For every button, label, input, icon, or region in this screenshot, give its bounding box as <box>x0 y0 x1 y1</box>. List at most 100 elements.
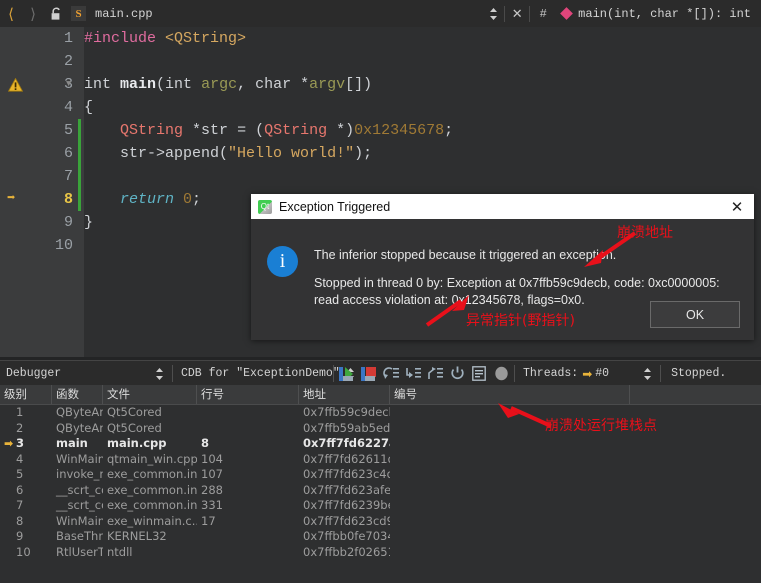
continue-button[interactable] <box>336 363 358 384</box>
thread-value[interactable]: #0 <box>592 367 609 380</box>
debugger-selector[interactable]: Debugger <box>0 363 170 384</box>
line-number: 7 <box>63 168 73 185</box>
table-row[interactable]: 8 WinMainCRTS... exe_winmain.c... 17 0x7ff7f… <box>0 514 761 530</box>
table-cell-no <box>390 514 630 530</box>
stack-column-header[interactable]: 地址 <box>299 385 390 404</box>
change-marker <box>78 142 81 165</box>
updown-spinner-icon[interactable] <box>149 367 170 381</box>
step-over-button[interactable] <box>380 363 402 384</box>
table-cell-file: main.cpp <box>107 436 167 450</box>
table-cell-level: 6 <box>16 482 24 497</box>
table-cell-line <box>197 405 299 421</box>
fold-chevron-down-icon[interactable]: ▼ <box>66 73 71 96</box>
stack-column-header[interactable]: 文件 <box>103 385 197 404</box>
dialog-message-line1: The inferior stopped because it triggere… <box>314 248 617 262</box>
qt-creator-debug-window: ⟨ ⟩ S main.cpp ✕ # main(int, char *[]): … <box>0 0 761 583</box>
table-cell-no <box>390 498 630 514</box>
table-row[interactable]: 6 __scrt_commo... exe_common.inl 288 0x7ff7f… <box>0 483 761 499</box>
table-row[interactable]: 9 BaseThreadIni... KERNEL32 0x7ffbb0fe7034 <box>0 529 761 545</box>
stack-column-header[interactable]: 函数 <box>52 385 103 404</box>
code-line[interactable]: 1 #include <QString> <box>0 27 761 50</box>
debugger-toolbar: Debugger CDB for "ExceptionDemo" Threads… <box>0 360 761 386</box>
line-number: 10 <box>54 237 73 254</box>
table-row[interactable]: 4 WinMain qtmain_win.cpp 104 0x7ff7fd62611d <box>0 452 761 468</box>
interrupt-button[interactable] <box>490 363 512 384</box>
line-number: 2 <box>63 53 73 70</box>
table-cell-func: main <box>56 436 88 450</box>
change-marker <box>78 165 81 188</box>
table-cell-level: 5 <box>16 467 24 481</box>
code-line[interactable]: 5 QString *str = (QString *)0x12345678; <box>0 119 761 142</box>
table-cell-addr: 0x7ff7fd6227a8 <box>303 436 390 450</box>
line-number: 5 <box>63 122 73 139</box>
table-cell-func: invoke_main <box>56 467 103 481</box>
code-line[interactable]: 3 ▼ int main(int argc, char *argv[]) <box>0 73 761 96</box>
annotation-crash-stack-point: 崩溃处运行堆栈点 <box>545 418 657 434</box>
table-cell-line: 8 <box>201 436 210 450</box>
table-cell-file: Qt5Cored <box>107 420 162 435</box>
stack-column-header[interactable]: 级别 <box>0 385 52 404</box>
code-text: return 0; <box>120 191 202 208</box>
table-cell-file: exe_winmain.c... <box>107 513 197 528</box>
table-cell-line <box>197 529 299 545</box>
debugger-status: Stopped. <box>671 367 727 380</box>
table-cell-addr: 0x7ff7fd623cd9 <box>303 513 390 528</box>
engine-selector[interactable]: CDB for "ExceptionDemo" <box>175 363 354 384</box>
table-row[interactable]: 10 RtlUserThread... ntdll 0x7ffbb2f02651 <box>0 545 761 561</box>
table-cell-line: 107 <box>201 467 223 481</box>
table-row[interactable]: ➡3mainmain.cpp80x7ff7fd6227a8 <box>0 436 761 452</box>
navigate-back-icon[interactable]: ⟨ <box>0 0 22 27</box>
table-cell-file: exe_common.inl <box>107 498 197 512</box>
code-line[interactable]: 6 str->append("Hello world!"); <box>0 142 761 165</box>
table-cell-file: KERNEL32 <box>107 529 167 543</box>
instruction-view-button[interactable] <box>468 363 490 384</box>
line-number: 4 <box>63 99 73 116</box>
stack-header-row: 级别 函数 文件 行号 地址 编号 <box>0 385 761 405</box>
table-cell-file: ntdll <box>107 544 133 559</box>
file-type-badge: S <box>71 6 86 21</box>
table-cell-level: 2 <box>16 420 24 435</box>
hash-icon[interactable]: # <box>530 7 556 21</box>
restart-button[interactable] <box>446 363 468 384</box>
table-cell-addr: 0x7ff7fd623c4d <box>303 467 390 481</box>
stack-column-header[interactable]: 行号 <box>197 385 299 404</box>
code-line[interactable]: 4{ <box>0 96 761 119</box>
table-cell-line <box>197 421 299 437</box>
ok-button[interactable]: OK <box>650 301 740 328</box>
unlocked-padlock-icon[interactable] <box>44 0 68 27</box>
code-text: int main(int argc, char *argv[]) <box>84 76 373 93</box>
table-cell-line <box>197 545 299 561</box>
table-row[interactable]: 7 __scrt_commo... exe_common.inl 331 0x7ff7f… <box>0 498 761 514</box>
toolbar-divider <box>172 365 173 382</box>
close-document-icon[interactable]: ✕ <box>505 6 529 22</box>
table-row[interactable]: 5 invoke_main exe_common.inl 107 0x7ff7fd623… <box>0 467 761 483</box>
change-marker <box>78 119 81 142</box>
open-file-name[interactable]: main.cpp <box>95 7 153 21</box>
table-cell-line: 17 <box>201 513 216 528</box>
navigate-forward-icon[interactable]: ⟩ <box>22 0 44 27</box>
table-cell-line: 104 <box>201 451 223 466</box>
table-cell-file: exe_common.inl <box>107 482 197 497</box>
updown-spinner-icon[interactable] <box>482 7 504 21</box>
table-cell-level: 4 <box>16 451 24 466</box>
code-line[interactable]: 7 <box>0 165 761 188</box>
table-cell-addr: 0x7ff7fd62611d <box>303 451 390 466</box>
stop-button[interactable] <box>358 363 380 384</box>
dialog-titlebar: Qt Exception Triggered ✕ <box>251 194 754 219</box>
qt-creator-icon: Qt <box>258 199 272 214</box>
thread-spinner-icon[interactable] <box>637 367 658 381</box>
table-cell-file: qtmain_win.cpp <box>107 451 197 466</box>
step-out-button[interactable] <box>424 363 446 384</box>
function-diamond-icon <box>560 7 574 20</box>
engine-selector-label: CDB for "ExceptionDemo" <box>181 367 340 380</box>
code-line[interactable]: 2 <box>0 50 761 73</box>
step-into-button[interactable] <box>402 363 424 384</box>
table-cell-func: __scrt_commo... <box>56 482 103 497</box>
symbol-selector-label[interactable]: main(int, char *[]): int <box>578 7 761 21</box>
close-icon[interactable]: ✕ <box>720 194 754 219</box>
table-cell-no <box>390 483 630 499</box>
table-cell-line: 331 <box>201 498 223 512</box>
table-cell-level: 8 <box>16 513 24 528</box>
table-cell-file: exe_common.inl <box>107 467 197 481</box>
table-cell-line: 288 <box>201 482 223 497</box>
